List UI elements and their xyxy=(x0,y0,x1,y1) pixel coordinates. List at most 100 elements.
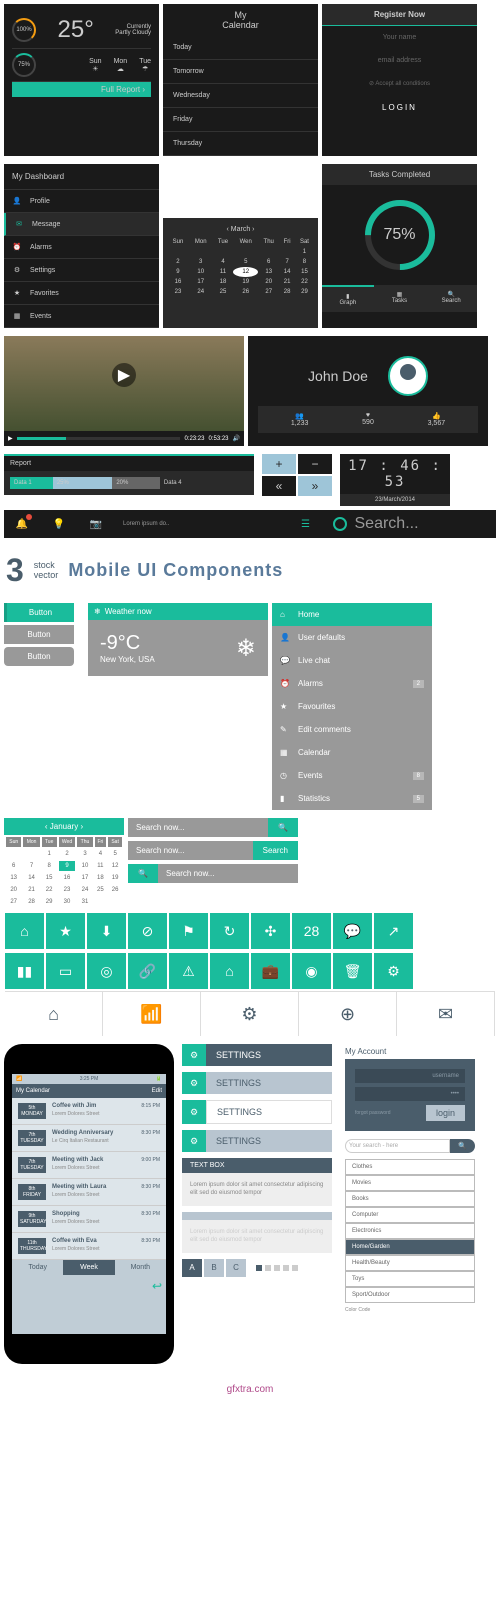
menu-item[interactable]: ✎Edit comments xyxy=(272,718,432,741)
tab[interactable]: ⊕ xyxy=(299,992,397,1036)
icon[interactable]: ↗ xyxy=(374,913,413,949)
tab[interactable]: ⚙ xyxy=(201,992,299,1036)
full-report-button[interactable]: Full Report › xyxy=(12,82,151,97)
password-input[interactable]: •••• xyxy=(355,1087,465,1101)
icon[interactable]: ⌂ xyxy=(210,953,249,989)
category-item[interactable]: Books xyxy=(345,1191,475,1207)
event-row[interactable]: 9thSATURDAYShoppingLorem Dolores Street8… xyxy=(12,1206,166,1233)
event-row[interactable]: 8thFRIDAYMeeting with LauraLorem Dolores… xyxy=(12,1179,166,1206)
icon[interactable]: ⚑ xyxy=(169,913,208,949)
search-input[interactable]: Search now... xyxy=(128,818,268,837)
icon[interactable]: ★ xyxy=(46,913,85,949)
icon[interactable]: 🔗 xyxy=(128,953,167,989)
search-button[interactable]: 🔍 xyxy=(450,1139,475,1153)
category-item[interactable]: Electronics xyxy=(345,1223,475,1239)
button[interactable]: Button xyxy=(4,625,74,644)
cal-item[interactable]: Tomorrow xyxy=(163,60,318,84)
icon[interactable]: ▭ xyxy=(46,953,85,989)
category-item[interactable]: Toys xyxy=(345,1271,475,1287)
category-item[interactable]: Clothes xyxy=(345,1159,475,1175)
search-button[interactable]: 🔍 xyxy=(268,818,298,837)
cal-item[interactable]: Wednesday xyxy=(163,84,318,108)
icon[interactable]: ⚠ xyxy=(169,953,208,989)
tab-search[interactable]: 🔍Search xyxy=(425,285,477,312)
category-item[interactable]: Sport/Outdoor xyxy=(345,1287,475,1303)
event-row[interactable]: 7thTUESDAYMeeting with JackLorem Dolores… xyxy=(12,1152,166,1179)
tab-month[interactable]: Month xyxy=(115,1260,166,1275)
sidebar-item-settings[interactable]: ⚙Settings xyxy=(4,259,159,282)
username-input[interactable]: username xyxy=(355,1069,465,1083)
bulb-icon[interactable]: 💡 xyxy=(41,510,77,538)
icon[interactable]: 💼 xyxy=(251,953,290,989)
menu-item[interactable]: ◷Events8 xyxy=(272,764,432,787)
play-small-icon[interactable]: ▶ xyxy=(8,435,13,442)
camera-icon[interactable]: 📷 xyxy=(78,510,114,538)
icon[interactable]: ⚙ xyxy=(374,953,413,989)
icon[interactable]: ↻ xyxy=(210,913,249,949)
icon[interactable]: 💬 xyxy=(333,913,372,949)
next-button[interactable]: » xyxy=(298,476,332,496)
menu-item[interactable]: 👤User defaults xyxy=(272,626,432,649)
icon[interactable]: 🗑 xyxy=(333,953,372,989)
cal-item[interactable]: Friday xyxy=(163,108,318,132)
play-icon[interactable]: ▶ xyxy=(112,363,136,387)
login-button[interactable]: login xyxy=(426,1105,465,1121)
sidebar-item-profile[interactable]: 👤Profile xyxy=(4,190,159,213)
menu-item[interactable]: ⏰Alarms2 xyxy=(272,672,432,695)
event-row[interactable]: 11thTHURSDAYCoffee with EvaLorem Dolores… xyxy=(12,1233,166,1260)
icon[interactable]: ⊘ xyxy=(128,913,167,949)
icon[interactable]: ◎ xyxy=(87,953,126,989)
tab[interactable]: 📶 xyxy=(103,992,201,1036)
video-player[interactable]: ▶ ▶ 0:23:23 0:53:23 🔊 xyxy=(4,336,244,446)
icon[interactable]: ⌂ xyxy=(5,913,44,949)
page-c[interactable]: C xyxy=(226,1259,246,1277)
login-button[interactable]: LOGIN xyxy=(322,95,477,120)
bell-icon[interactable]: 🔔 xyxy=(4,510,40,538)
menu-item[interactable]: 💬Live chat xyxy=(272,649,432,672)
tab-graph[interactable]: ▮Graph xyxy=(322,285,374,312)
category-item[interactable]: Home/Garden xyxy=(345,1239,475,1255)
sidebar-item-message[interactable]: ✉Message xyxy=(4,213,159,236)
search-button[interactable]: 🔍 xyxy=(128,864,158,883)
tab[interactable]: ✉ xyxy=(397,992,495,1036)
minus-button[interactable]: − xyxy=(298,454,332,474)
search-input[interactable]: Search... xyxy=(325,510,497,538)
prev-button[interactable]: « xyxy=(262,476,296,496)
list-icon[interactable]: ☰ xyxy=(288,510,324,538)
name-input[interactable]: Your name xyxy=(322,26,477,49)
plus-button[interactable]: + xyxy=(262,454,296,474)
month-label[interactable]: ‹ January › xyxy=(4,818,124,835)
icon[interactable]: ▮▮ xyxy=(5,953,44,989)
sidebar-item-alarms[interactable]: ⏰Alarms xyxy=(4,236,159,259)
volume-icon[interactable]: 🔊 xyxy=(233,435,240,442)
settings-button[interactable]: SETTINGS xyxy=(206,1044,332,1066)
page-b[interactable]: B xyxy=(204,1259,224,1277)
tab[interactable]: ⌂ xyxy=(5,992,103,1036)
sidebar-item-events[interactable]: ▦Events xyxy=(4,305,159,328)
icon[interactable]: ⬇ xyxy=(87,913,126,949)
icon[interactable]: 28 xyxy=(292,913,331,949)
search-button[interactable]: Search xyxy=(253,841,298,860)
page-a[interactable]: A xyxy=(182,1259,202,1277)
icon[interactable]: ◉ xyxy=(292,953,331,989)
settings-button[interactable]: SETTINGS xyxy=(206,1100,332,1124)
pagination-dots[interactable] xyxy=(256,1265,298,1271)
arrow-icon[interactable]: ↩ xyxy=(12,1275,166,1297)
button[interactable]: Button xyxy=(4,603,74,622)
settings-button[interactable]: SETTINGS xyxy=(206,1130,332,1152)
menu-item[interactable]: ★Favourites xyxy=(272,695,432,718)
button[interactable]: Button xyxy=(4,647,74,666)
category-item[interactable]: Movies xyxy=(345,1175,475,1191)
email-input[interactable]: email address xyxy=(322,49,477,72)
search-input[interactable]: Search now... xyxy=(128,841,253,860)
edit-button[interactable]: Edit xyxy=(152,1088,162,1094)
forgot-link[interactable]: forgot password xyxy=(355,1110,391,1116)
category-item[interactable]: Computer xyxy=(345,1207,475,1223)
cal-item[interactable]: Thursday xyxy=(163,132,318,156)
event-row[interactable]: 5thMONDAYCoffee with JimLorem Dolores St… xyxy=(12,1098,166,1125)
sidebar-item-favorites[interactable]: ★Favorites xyxy=(4,282,159,305)
menu-item[interactable]: ⌂Home xyxy=(272,603,432,626)
menu-item[interactable]: ▮Statistics5 xyxy=(272,787,432,810)
tab-today[interactable]: Today xyxy=(12,1260,63,1275)
tab-week[interactable]: Week xyxy=(63,1260,114,1275)
